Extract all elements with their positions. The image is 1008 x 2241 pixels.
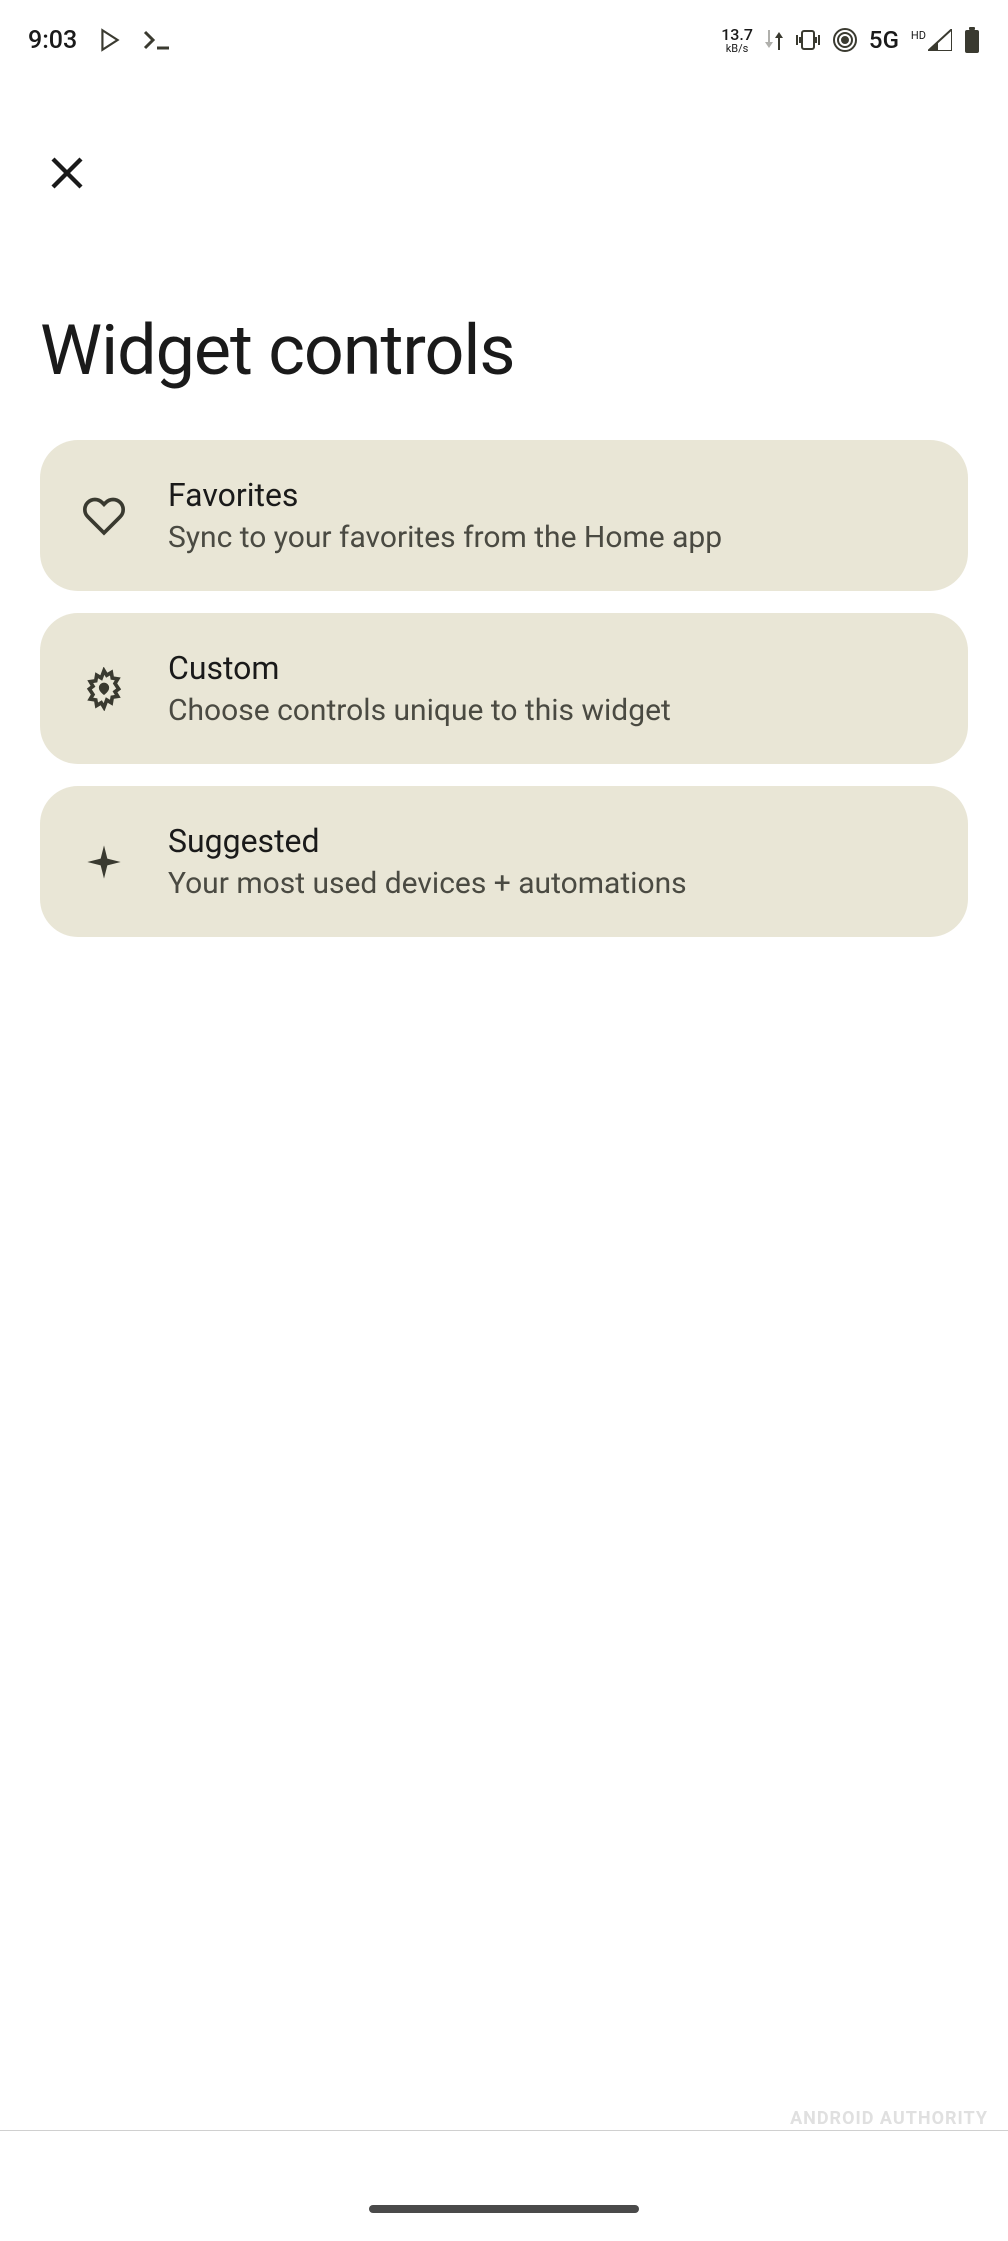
battery-icon bbox=[964, 27, 980, 53]
sparkle-icon bbox=[80, 838, 128, 886]
bottom-divider bbox=[0, 2130, 1008, 2131]
terminal-icon bbox=[143, 28, 173, 52]
option-favorites[interactable]: Favorites Sync to your favorites from th… bbox=[40, 440, 968, 591]
status-network: 5G bbox=[869, 26, 899, 54]
option-subtitle: Choose controls unique to this widget bbox=[168, 693, 671, 728]
option-custom[interactable]: Custom Choose controls unique to this wi… bbox=[40, 613, 968, 764]
close-icon bbox=[46, 152, 88, 194]
play-store-icon bbox=[97, 26, 123, 54]
data-arrows-icon bbox=[765, 28, 783, 52]
vibrate-icon bbox=[795, 29, 821, 51]
status-data-rate: 13.7 kB/s bbox=[721, 27, 753, 54]
hotspot-icon bbox=[833, 28, 857, 52]
navigation-bar[interactable] bbox=[369, 2205, 639, 2213]
page-title: Widget controls bbox=[40, 310, 515, 392]
close-button[interactable] bbox=[42, 148, 92, 198]
option-subtitle: Your most used devices + automations bbox=[168, 866, 687, 901]
heart-icon bbox=[80, 492, 128, 540]
status-bar-left: 9:03 bbox=[28, 26, 173, 55]
status-bar: 9:03 13.7 kB/s bbox=[0, 0, 1008, 70]
watermark: ANDROID AUTHORITY bbox=[790, 2108, 988, 2129]
option-title: Favorites bbox=[168, 476, 722, 514]
status-bar-right: 13.7 kB/s 5G bbox=[721, 26, 980, 54]
option-subtitle: Sync to your favorites from the Home app bbox=[168, 520, 722, 555]
status-time: 9:03 bbox=[28, 26, 77, 55]
gear-heart-icon bbox=[80, 665, 128, 713]
options-list: Favorites Sync to your favorites from th… bbox=[40, 440, 968, 937]
option-title: Custom bbox=[168, 649, 671, 687]
status-signal: HD bbox=[911, 29, 952, 51]
option-title: Suggested bbox=[168, 822, 687, 860]
option-suggested[interactable]: Suggested Your most used devices + autom… bbox=[40, 786, 968, 937]
signal-bars-icon bbox=[928, 29, 952, 51]
